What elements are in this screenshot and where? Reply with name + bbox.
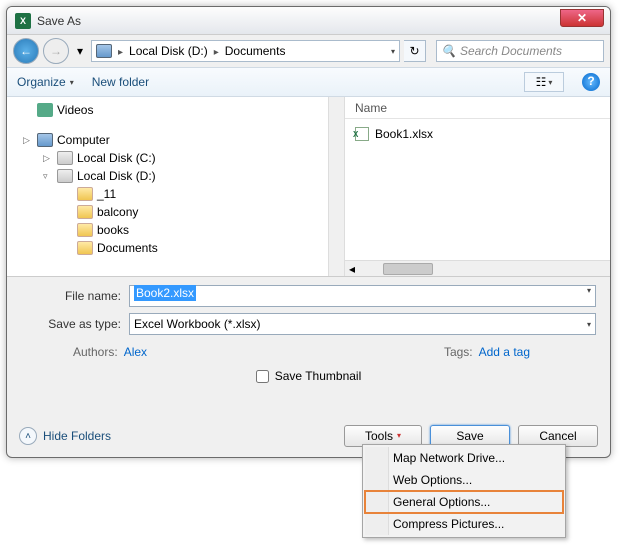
- nav-bar: ← → ▾ Local Disk (D:) Documents ▾ ↻ 🔍 Se…: [7, 35, 610, 67]
- save-type-label: Save as type:: [21, 317, 121, 331]
- organize-menu[interactable]: Organize▾: [17, 75, 74, 89]
- toolbar: Organize▾ New folder ☷▾ ?: [7, 67, 610, 97]
- tree-item[interactable]: ▷ Computer: [7, 131, 344, 149]
- titlebar: X Save As ✕: [7, 7, 610, 35]
- save-type-combo[interactable]: Excel Workbook (*.xlsx)▾: [129, 313, 596, 335]
- menu-item[interactable]: Map Network Drive...: [365, 447, 563, 469]
- tree-item[interactable]: books: [7, 221, 344, 239]
- tree-expander-icon[interactable]: ▷: [43, 153, 53, 164]
- file-pane: Name Book1.xlsx ◂: [345, 97, 610, 276]
- forward-button[interactable]: →: [43, 38, 69, 64]
- tree-expander-icon[interactable]: ▷: [23, 135, 33, 146]
- close-button[interactable]: ✕: [560, 9, 604, 27]
- excel-icon: X: [15, 13, 31, 29]
- tree-item-label: _11: [97, 187, 116, 201]
- thumbnail-checkbox-input[interactable]: [256, 370, 269, 383]
- breadcrumb-item[interactable]: Local Disk (D:): [129, 44, 208, 58]
- file-list[interactable]: Book1.xlsx: [345, 119, 610, 260]
- tags-label: Tags:: [444, 345, 473, 359]
- tree-item[interactable]: ▿ Local Disk (D:): [7, 167, 344, 185]
- folder-tree[interactable]: Videos ▷ Computer ▷ Local Disk (C:) ▿ Local Di…: [7, 97, 345, 276]
- save-thumbnail-checkbox[interactable]: Save Thumbnail: [256, 369, 362, 383]
- xlsx-icon: [355, 127, 369, 141]
- address-bar[interactable]: Local Disk (D:) Documents ▾: [91, 40, 400, 62]
- file-item[interactable]: Book1.xlsx: [355, 125, 600, 143]
- tree-scrollbar[interactable]: [328, 97, 344, 276]
- tree-item-icon: [77, 223, 93, 237]
- new-folder-button[interactable]: New folder: [92, 75, 149, 89]
- form-area: File name: Book2.xlsx ▾ Save as type: Ex…: [7, 277, 610, 392]
- tree-item[interactable]: Videos: [7, 101, 344, 119]
- filename-label: File name:: [21, 289, 121, 303]
- menu-item[interactable]: Compress Pictures...: [365, 513, 563, 535]
- filename-input[interactable]: Book2.xlsx ▾: [129, 285, 596, 307]
- tree-item[interactable]: balcony: [7, 203, 344, 221]
- breadcrumb-sep: [118, 44, 123, 58]
- computer-icon: [96, 44, 112, 58]
- menu-item[interactable]: Web Options...: [365, 469, 563, 491]
- tree-item-label: books: [97, 223, 129, 237]
- tree-item-icon: [37, 103, 53, 117]
- tree-item-icon: [77, 187, 93, 201]
- back-button[interactable]: ←: [13, 38, 39, 64]
- menu-item[interactable]: General Options...: [365, 491, 563, 513]
- body-split: Videos ▷ Computer ▷ Local Disk (C:) ▿ Local Di…: [7, 97, 610, 277]
- tree-item-label: Videos: [57, 103, 93, 117]
- breadcrumb-item[interactable]: Documents: [225, 44, 286, 58]
- help-button[interactable]: ?: [582, 73, 600, 91]
- breadcrumb-sep: [214, 44, 219, 58]
- tools-dropdown-menu: Map Network Drive...Web Options...Genera…: [362, 444, 566, 538]
- tree-item-icon: [57, 151, 73, 165]
- authors-label: Authors:: [73, 345, 118, 359]
- view-mode-button[interactable]: ☷▾: [524, 72, 564, 92]
- address-dropdown[interactable]: ▾: [391, 47, 395, 56]
- tree-item-icon: [37, 133, 53, 147]
- tree-item[interactable]: _11: [7, 185, 344, 203]
- tree-expander-icon[interactable]: ▿: [43, 171, 53, 182]
- search-input[interactable]: 🔍 Search Documents: [436, 40, 604, 62]
- tree-item-label: Local Disk (C:): [77, 151, 156, 165]
- tree-item-icon: [57, 169, 73, 183]
- tree-item-label: Computer: [57, 133, 110, 147]
- tree-item-label: Documents: [97, 241, 158, 255]
- tree-item-label: Local Disk (D:): [77, 169, 156, 183]
- tree-item[interactable]: Documents: [7, 239, 344, 257]
- column-header-name[interactable]: Name: [345, 97, 610, 119]
- tree-item-icon: [77, 205, 93, 219]
- file-item-name: Book1.xlsx: [375, 127, 433, 141]
- tree-item[interactable]: ▷ Local Disk (C:): [7, 149, 344, 167]
- dialog-title: Save As: [37, 14, 81, 28]
- chevron-up-icon: ˄: [19, 427, 37, 445]
- tree-item-label: balcony: [97, 205, 138, 219]
- file-scrollbar-h[interactable]: ◂: [345, 260, 610, 276]
- search-placeholder: Search Documents: [460, 44, 562, 58]
- scrollbar-thumb[interactable]: [383, 263, 433, 275]
- hide-folders-button[interactable]: ˄ Hide Folders: [19, 427, 111, 445]
- tags-value[interactable]: Add a tag: [479, 345, 530, 359]
- authors-value[interactable]: Alex: [124, 345, 147, 359]
- refresh-button[interactable]: ↻: [404, 40, 426, 62]
- tree-item-icon: [77, 241, 93, 255]
- history-dropdown[interactable]: ▾: [73, 41, 87, 61]
- save-as-dialog: X Save As ✕ ← → ▾ Local Disk (D:) Docume…: [6, 6, 611, 458]
